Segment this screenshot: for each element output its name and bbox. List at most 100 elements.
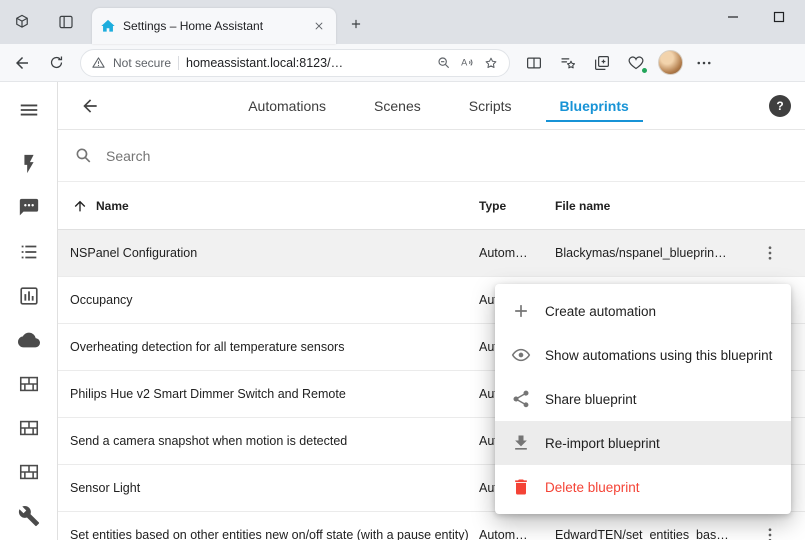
address-bar[interactable]: Not secure homeassistant.local:8123/… A (80, 49, 510, 77)
split-screen-icon (525, 54, 543, 72)
sidebar-menu-button[interactable] (5, 88, 53, 132)
table-header: Name Type File name (58, 182, 805, 230)
sidebar-item-settings[interactable] (5, 494, 53, 538)
favorites-button[interactable] (552, 47, 584, 79)
row-name: Occupancy (58, 293, 479, 307)
kebab-menu-icon (761, 526, 779, 540)
profile-button[interactable] (654, 47, 686, 79)
column-header-type[interactable]: Type (479, 199, 555, 213)
row-name: Send a camera snapshot when motion is de… (58, 434, 479, 448)
zoom-out-button[interactable] (436, 55, 452, 71)
menu-item-label: Share blueprint (545, 392, 637, 407)
search-input[interactable] (106, 148, 789, 164)
cloud-icon (18, 329, 40, 351)
minimize-button[interactable] (710, 0, 756, 33)
new-tab-button[interactable] (344, 12, 368, 36)
wall-icon (18, 461, 40, 483)
browser-tab[interactable]: Settings – Home Assistant (92, 8, 336, 44)
ha-tab-bar: Automations Scenes Scripts Blueprints (108, 82, 769, 129)
tab-automations[interactable]: Automations (224, 82, 350, 129)
split-screen-button[interactable] (518, 47, 550, 79)
security-label: Not secure (113, 56, 171, 70)
collections-button[interactable] (586, 47, 618, 79)
column-header-name[interactable]: Name (58, 198, 479, 214)
back-arrow-icon (80, 96, 100, 116)
row-type: Autom… (479, 246, 555, 260)
ha-sidebar (0, 82, 58, 540)
list-icon (18, 241, 40, 263)
sidebar-item-cloud[interactable] (5, 318, 53, 362)
tab-title: Settings – Home Assistant (123, 19, 303, 33)
not-secure-warning-icon (91, 55, 106, 70)
back-arrow-icon (13, 54, 31, 72)
home-assistant-favicon (100, 18, 116, 34)
share-icon (511, 389, 531, 409)
row-overflow-button[interactable] (757, 240, 783, 266)
sidebar-item-assist[interactable] (5, 186, 53, 230)
ha-main: Automations Scenes Scripts Blueprints ? … (58, 82, 805, 540)
lightning-bolt-icon (18, 153, 40, 175)
row-name: Philips Hue v2 Smart Dimmer Switch and R… (58, 387, 479, 401)
eye-icon (511, 345, 531, 365)
browser-tab-bar: Settings – Home Assistant (0, 0, 805, 44)
table-row[interactable]: NSPanel Configuration Autom… Blackymas/n… (58, 230, 805, 277)
menu-item-create-automation[interactable]: Create automation (495, 289, 791, 333)
close-icon (314, 21, 324, 31)
sidebar-item-panel-3[interactable] (5, 450, 53, 494)
add-favorite-button[interactable] (483, 55, 499, 71)
menu-item-delete-blueprint[interactable]: Delete blueprint (495, 465, 791, 509)
row-name: Set entities based on other entities new… (58, 528, 479, 540)
window-controls (710, 0, 805, 33)
help-button[interactable]: ? (769, 95, 791, 117)
read-aloud-button[interactable]: A (459, 54, 476, 71)
sidebar-item-panel-2[interactable] (5, 406, 53, 450)
sidebar-item-panel-1[interactable] (5, 362, 53, 406)
bar-chart-icon (18, 285, 40, 307)
row-overflow-button[interactable] (757, 522, 783, 540)
tab-scenes[interactable]: Scenes (350, 82, 445, 129)
more-horizontal-icon (695, 54, 713, 72)
minimize-icon (727, 11, 739, 23)
sidebar-item-energy[interactable] (5, 142, 53, 186)
back-button[interactable] (6, 47, 38, 79)
row-type: Autom… (479, 528, 555, 540)
workspaces-button[interactable] (8, 8, 36, 36)
refresh-button[interactable] (40, 47, 72, 79)
tab-close-button[interactable] (310, 17, 328, 35)
wall-icon (18, 417, 40, 439)
tab-blueprints[interactable]: Blueprints (536, 82, 653, 129)
url-text: homeassistant.local:8123/… (186, 56, 429, 70)
browser-menu-button[interactable] (688, 47, 720, 79)
column-header-file[interactable]: File name (555, 199, 735, 213)
workspaces-icon (13, 13, 31, 31)
menu-item-show-automations[interactable]: Show automations using this blueprint (495, 333, 791, 377)
svg-text:A: A (461, 58, 468, 68)
browser-essentials-button[interactable] (620, 47, 652, 79)
row-name: Sensor Light (58, 481, 479, 495)
maximize-button[interactable] (756, 0, 802, 33)
wrench-icon (18, 505, 40, 527)
sidebar-item-logbook[interactable] (5, 230, 53, 274)
ha-back-button[interactable] (72, 88, 108, 124)
collections-icon (593, 54, 611, 72)
address-separator (178, 56, 179, 70)
hamburger-menu-icon (18, 99, 40, 121)
menu-item-label: Re-import blueprint (545, 436, 660, 451)
status-ok-dot (640, 66, 649, 75)
chat-bubble-icon (18, 197, 40, 219)
menu-item-reimport-blueprint[interactable]: Re-import blueprint (495, 421, 791, 465)
column-label: Name (96, 199, 129, 213)
row-name: Overheating detection for all temperatur… (58, 340, 479, 354)
table-row[interactable]: Set entities based on other entities new… (58, 512, 805, 540)
tab-scripts[interactable]: Scripts (445, 82, 536, 129)
menu-item-label: Create automation (545, 304, 656, 319)
tab-panel-button[interactable] (52, 8, 80, 36)
sidebar-item-history[interactable] (5, 274, 53, 318)
home-assistant-app: Automations Scenes Scripts Blueprints ? … (0, 82, 805, 540)
ha-header: Automations Scenes Scripts Blueprints ? (58, 82, 805, 130)
plus-icon (511, 301, 531, 321)
menu-item-share-blueprint[interactable]: Share blueprint (495, 377, 791, 421)
plus-icon (349, 17, 363, 31)
sort-ascending-icon (72, 198, 88, 214)
star-icon (483, 55, 499, 71)
